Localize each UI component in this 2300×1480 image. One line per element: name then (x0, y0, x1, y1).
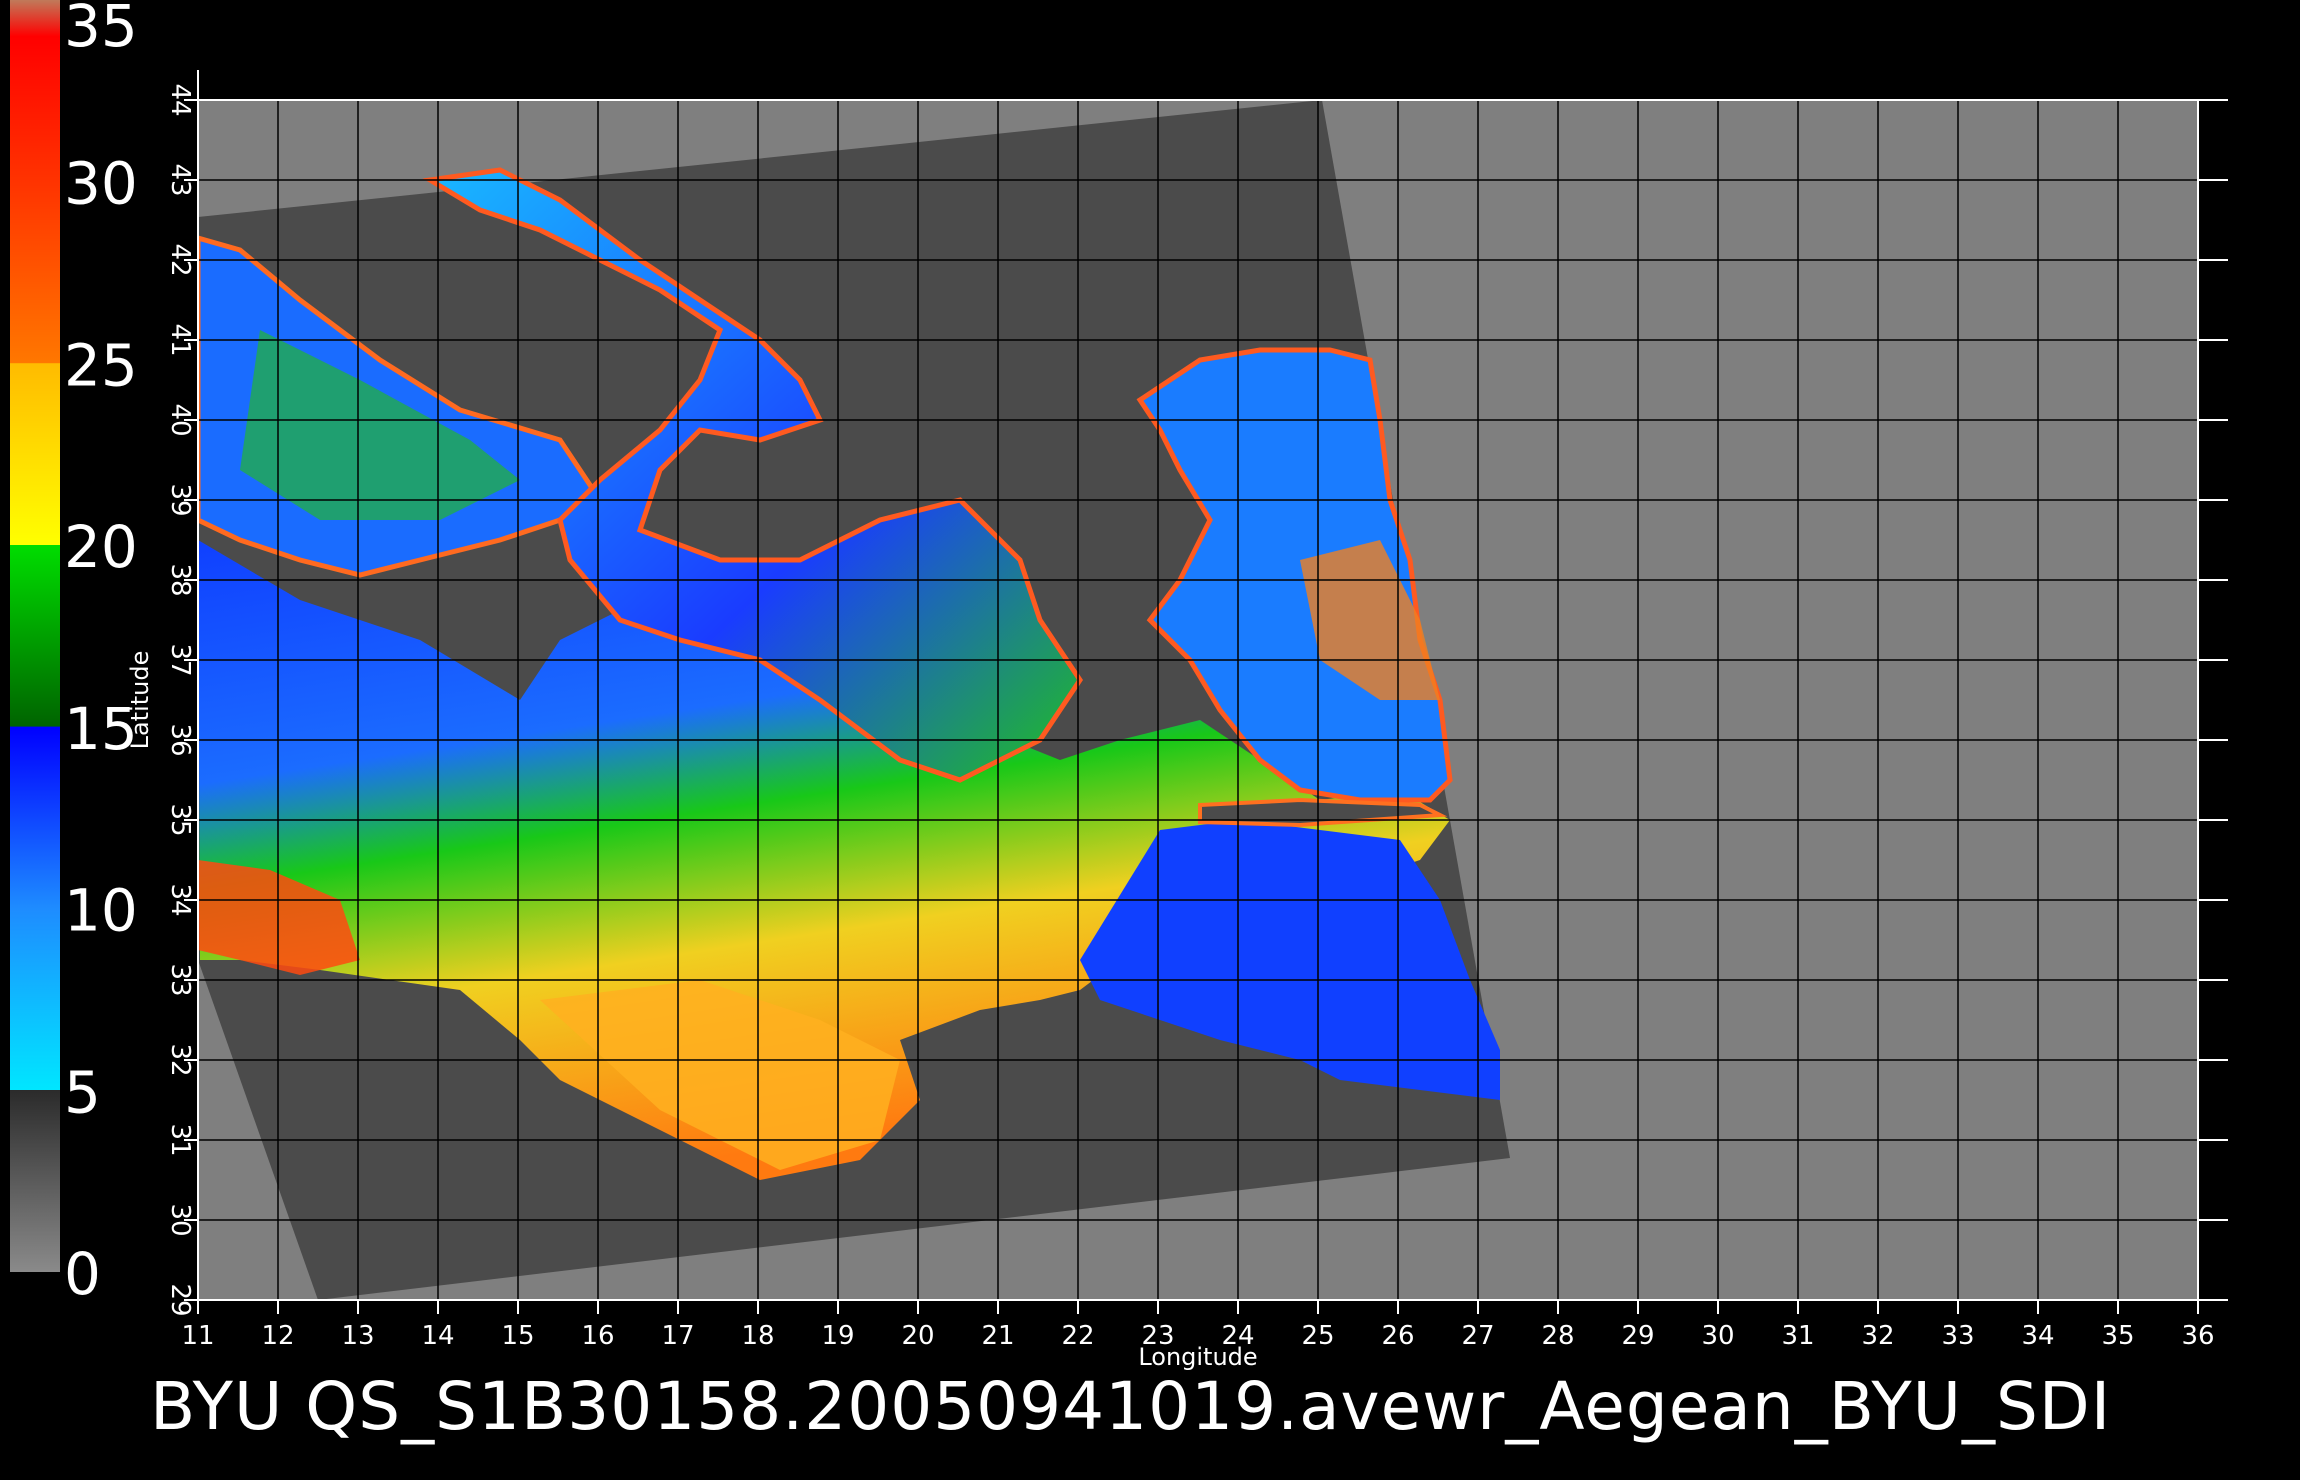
y-tick-label: 34 (165, 883, 195, 916)
x-tick-label: 19 (821, 1321, 854, 1351)
data-swath (198, 100, 1510, 1300)
y-tick-label: 32 (165, 1043, 195, 1076)
colorbar-tick-label: 25 (64, 331, 138, 399)
x-axis-label: Longitude (1138, 1343, 1257, 1371)
y-tick-label: 43 (165, 163, 195, 196)
colorbar-tick-label: 30 (64, 150, 138, 218)
figure: 35302520151050 11121314151617181 (10, 0, 2228, 1371)
x-tick-label: 29 (1621, 1321, 1654, 1351)
colorbar-tick-label: 0 (64, 1240, 101, 1308)
colorbar-tick-label: 20 (64, 513, 138, 581)
y-tick-label: 40 (165, 403, 195, 436)
x-tick-label: 21 (981, 1321, 1014, 1351)
x-tick-label: 25 (1301, 1321, 1334, 1351)
image-caption: BYU QS_S1B30158.20050941019.avewr_Aegean… (150, 1368, 2112, 1445)
x-tick-label: 11 (181, 1321, 214, 1351)
x-tick-label: 17 (661, 1321, 694, 1351)
x-tick-label: 35 (2101, 1321, 2134, 1351)
colorbar-tick-label: 5 (64, 1058, 101, 1126)
colorbar: 35302520151050 (10, 0, 138, 1308)
x-tick-label: 33 (1941, 1321, 1974, 1351)
y-tick-label: 36 (165, 723, 195, 756)
y-tick-label: 33 (165, 963, 195, 996)
y-tick-label: 38 (165, 563, 195, 596)
x-tick-label: 26 (1381, 1321, 1414, 1351)
x-tick-label: 12 (261, 1321, 294, 1351)
x-tick-label: 16 (581, 1321, 614, 1351)
x-tick-label: 28 (1541, 1321, 1574, 1351)
x-tick-label: 34 (2021, 1321, 2054, 1351)
x-tick-label: 27 (1461, 1321, 1494, 1351)
y-tick-label: 44 (165, 83, 195, 116)
y-tick-label: 35 (165, 803, 195, 836)
y-tick-label: 37 (165, 643, 195, 676)
x-tick-label: 18 (741, 1321, 774, 1351)
map-panel: 11 12 13 14 15 16 17 18 19 20 21 22 23 24 25 26 27 28 29 30… (126, 70, 2228, 1371)
colorbar-tick-label: 35 (64, 0, 138, 60)
x-tick-label: 30 (1701, 1321, 1734, 1351)
x-tick-label: 32 (1861, 1321, 1894, 1351)
y-tick-label: 29 (165, 1283, 195, 1316)
y-tick-label: 39 (165, 483, 195, 516)
x-tick-label: 36 (2181, 1321, 2214, 1351)
x-tick-label: 20 (901, 1321, 934, 1351)
y-axis-label: Latitude (126, 651, 154, 750)
x-tick-label: 13 (341, 1321, 374, 1351)
colorbar-tick-label: 10 (64, 877, 138, 945)
x-tick-label: 31 (1781, 1321, 1814, 1351)
y-tick-label: 42 (165, 243, 195, 276)
x-tick-label: 22 (1061, 1321, 1094, 1351)
colorbar-bar (10, 0, 60, 1272)
x-tick-label: 15 (501, 1321, 534, 1351)
y-tick-label: 30 (165, 1203, 195, 1236)
y-tick-label: 41 (165, 323, 195, 356)
x-tick-label: 14 (421, 1321, 454, 1351)
y-tick-label: 31 (165, 1123, 195, 1156)
